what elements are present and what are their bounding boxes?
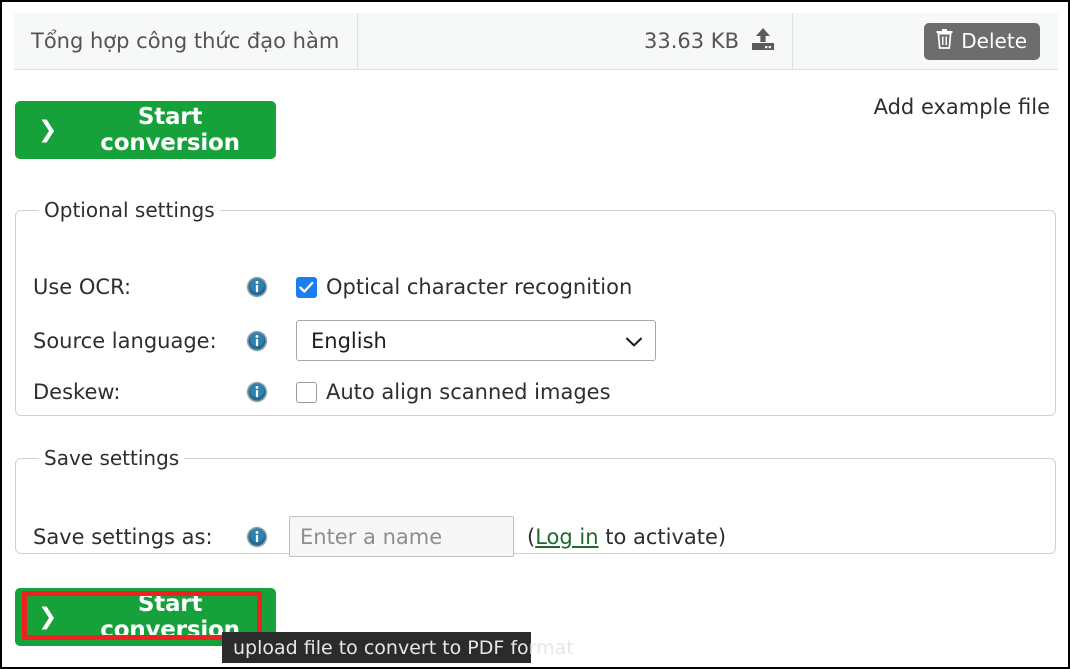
trash-icon [935, 28, 954, 54]
optional-settings-panel: Optional settings Use OCR: Optical chara… [15, 198, 1056, 416]
info-icon[interactable] [246, 526, 268, 548]
source-language-value: English [311, 328, 387, 353]
deskew-checkbox[interactable] [296, 381, 317, 403]
tooltip: upload file to convert to PDF format [222, 632, 574, 663]
deskew-field: Auto align scanned images [296, 380, 611, 404]
start-conversion-label: Start conversion [100, 104, 240, 156]
delete-button-label: Delete [961, 29, 1027, 53]
file-size: 33.63 KB [644, 29, 739, 53]
optional-settings-legend: Optional settings [44, 198, 215, 222]
row-deskew: Deskew: Auto align scanned images [33, 380, 611, 404]
info-icon[interactable] [246, 330, 268, 352]
deskew-checkbox-label[interactable]: Auto align scanned images [326, 380, 611, 404]
chevron-down-icon [625, 329, 643, 353]
source-language-field: English [296, 320, 656, 361]
converter-page: Tổng hợp công thức đạo hàm 33.63 KB Dele… [0, 0, 1070, 669]
file-name: Tổng hợp công thức đạo hàm [31, 29, 340, 53]
use-ocr-field: Optical character recognition [296, 275, 632, 299]
source-language-label: Source language: [33, 328, 217, 353]
save-settings-field: (Log in to activate) [289, 516, 726, 557]
activate-note: (Log in to activate) [527, 525, 726, 549]
info-icon[interactable] [246, 276, 268, 298]
file-name-cell: Tổng hợp công thức đạo hàm [14, 13, 358, 69]
info-icon[interactable] [246, 381, 268, 403]
activate-note-prefix: ( [527, 524, 536, 549]
file-row: Tổng hợp công thức đạo hàm 33.63 KB Dele… [14, 13, 1058, 70]
log-in-link[interactable]: Log in [535, 525, 598, 549]
start-conversion-button-top[interactable]: ❯ Start conversion [15, 101, 276, 159]
deskew-label: Deskew: [33, 380, 121, 404]
delete-button[interactable]: Delete [924, 22, 1040, 60]
ocr-checkbox-label[interactable]: Optical character recognition [326, 275, 632, 299]
ocr-checkbox[interactable] [296, 276, 317, 298]
save-settings-panel: Save settings Save settings as: (Log in … [15, 446, 1056, 557]
row-save-settings-as: Save settings as: (Log in to activate) [33, 516, 726, 557]
row-source-language: Source language: English [33, 320, 656, 361]
use-ocr-label: Use OCR: [33, 275, 132, 299]
chevron-right-icon: ❯ [38, 116, 58, 143]
file-size-cell: 33.63 KB [358, 13, 793, 69]
upload-icon [750, 26, 776, 56]
chevron-right-icon: ❯ [38, 603, 58, 630]
save-settings-as-label: Save settings as: [33, 524, 213, 549]
row-use-ocr: Use OCR: Optical character recognition [33, 275, 632, 299]
save-settings-legend: Save settings [44, 446, 180, 470]
add-example-file-link[interactable]: Add example file [874, 95, 1050, 119]
source-language-select[interactable]: English [296, 320, 656, 361]
activate-note-suffix: to activate) [598, 524, 727, 549]
file-action-cell: Delete [793, 13, 1058, 69]
settings-name-input[interactable] [289, 516, 514, 557]
